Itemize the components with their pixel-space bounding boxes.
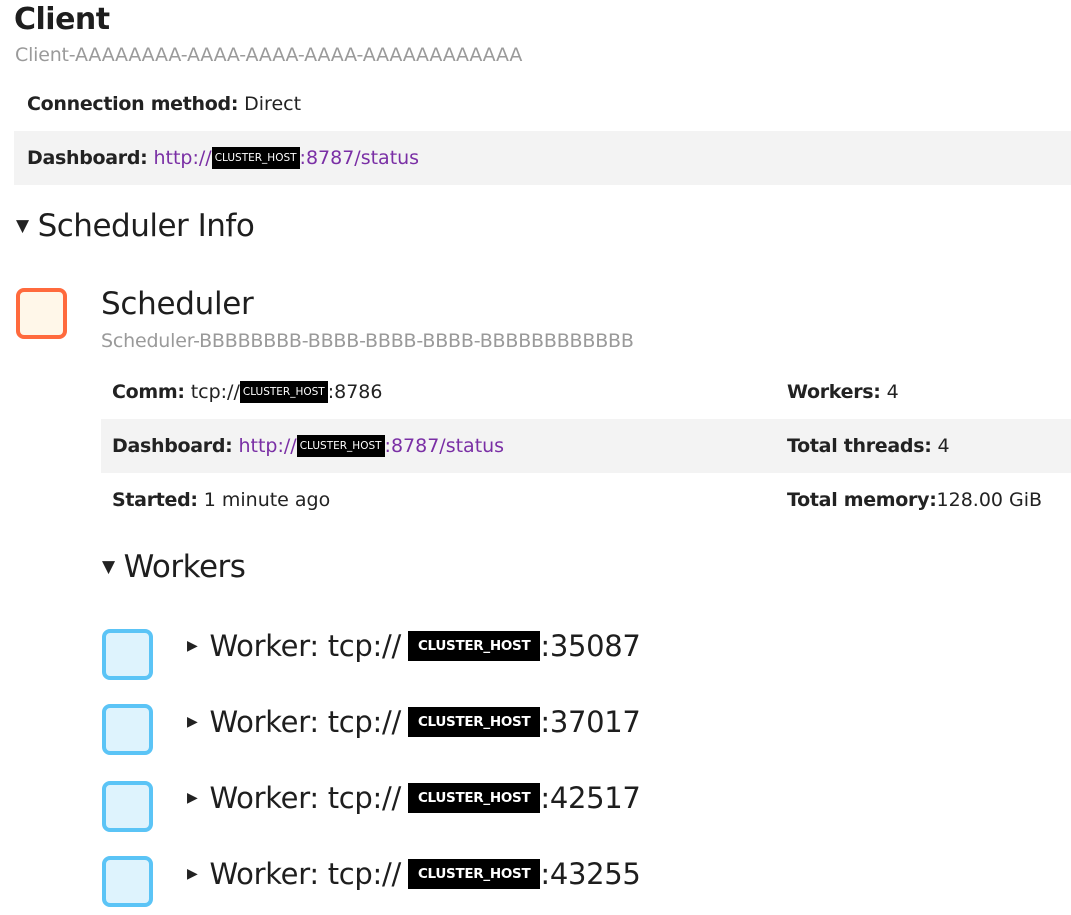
client-id: Client-AAAAAAAA-AAAA-AAAA-AAAA-AAAAAAAAA… [15,44,523,66]
worker-status-icon [102,704,153,755]
scheduler-workers-value: 4 [886,381,899,403]
triangle-right-icon: ▶ [187,866,198,882]
scheduler-started-label: Started: [112,489,198,511]
scheduler-dashboard-suffix: :8787/status [384,434,505,457]
worker-item-toggle[interactable]: ▶ Worker: tcp://CLUSTER_HOST:42517 [187,778,641,818]
client-dashboard-suffix: :8787/status [299,146,420,169]
scheduler-dashboard-link[interactable]: http://CLUSTER_HOST:8787/status [238,435,504,458]
worker-port: :43255 [540,857,641,891]
scheduler-comm-suffix: :8786 [327,381,383,403]
worker-port: :37017 [540,705,641,739]
scheduler-dashboard-host-mask: CLUSTER_HOST [296,435,385,458]
scheduler-title: Scheduler [101,286,254,322]
connection-method-label: Connection method: [27,93,239,115]
triangle-right-icon: ▶ [187,638,198,654]
scheduler-threads-value: 4 [937,435,950,457]
scheduler-info-heading: Scheduler Info [37,208,255,244]
worker-label: Worker: tcp:// [209,857,401,891]
scheduler-comm-prefix: tcp:// [190,381,240,403]
worker-host-mask: CLUSTER_HOST [407,859,541,889]
connection-method-row: Connection method: Direct [14,77,1071,131]
scheduler-started-value: 1 minute ago [203,489,331,511]
triangle-right-icon: ▶ [187,714,198,730]
worker-host-mask: CLUSTER_HOST [407,783,541,813]
triangle-right-icon: ▶ [187,790,198,806]
scheduler-dashboard-label: Dashboard: [112,435,233,457]
scheduler-memory: Total memory: 128.00 GiB [787,489,1042,511]
worker-item-toggle[interactable]: ▶ Worker: tcp://CLUSTER_HOST:37017 [187,702,641,742]
connection-method-value: Direct [244,93,302,115]
scheduler-threads: Total threads: 4 [787,435,950,457]
worker-item-toggle[interactable]: ▶ Worker: tcp://CLUSTER_HOST:35087 [187,626,641,666]
client-title: Client [14,2,110,37]
scheduler-id: Scheduler-BBBBBBBB-BBBB-BBBB-BBBB-BBBBBB… [101,330,634,352]
scheduler-comm: Comm: tcp://CLUSTER_HOST:8786 [112,381,382,403]
workers-toggle[interactable]: ▼ Workers [102,549,246,585]
scheduler-comm-label: Comm: [112,381,185,403]
scheduler-threads-label: Total threads: [787,435,932,457]
client-dashboard-link[interactable]: http://CLUSTER_HOST:8787/status [153,147,419,170]
worker-host-mask: CLUSTER_HOST [407,707,541,737]
worker-label: Worker: tcp:// [209,781,401,815]
triangle-down-icon: ▼ [102,557,115,577]
scheduler-workers-label: Workers: [787,381,881,403]
worker-host-mask: CLUSTER_HOST [407,631,541,661]
scheduler-row-3: Started: 1 minute ago Total memory: 128.… [101,473,1071,527]
worker-port: :35087 [540,629,641,663]
worker-status-icon [102,781,153,832]
client-dashboard-host-mask: CLUSTER_HOST [211,147,300,170]
scheduler-memory-value: 128.00 GiB [936,489,1043,511]
scheduler-dashboard: Dashboard: http://CLUSTER_HOST:8787/stat… [112,435,504,458]
scheduler-memory-label: Total memory: [787,489,937,511]
worker-status-icon [102,629,153,680]
scheduler-status-icon [16,288,67,339]
scheduler-row-1: Comm: tcp://CLUSTER_HOST:8786 Workers: 4 [101,365,1071,419]
scheduler-comm-host-mask: CLUSTER_HOST [239,381,328,403]
triangle-down-icon: ▼ [16,216,29,236]
client-dashboard-prefix: http:// [153,146,212,169]
client-dashboard-row: Dashboard: http://CLUSTER_HOST:8787/stat… [14,131,1071,185]
worker-status-icon [102,856,153,907]
scheduler-workers: Workers: 4 [787,381,899,403]
workers-heading: Workers [123,549,246,585]
worker-label: Worker: tcp:// [209,629,401,663]
scheduler-dashboard-prefix: http:// [238,434,297,457]
client-dashboard-label: Dashboard: [27,147,148,169]
worker-port: :42517 [540,781,641,815]
worker-item-toggle[interactable]: ▶ Worker: tcp://CLUSTER_HOST:43255 [187,854,641,894]
worker-label: Worker: tcp:// [209,705,401,739]
scheduler-started: Started: 1 minute ago [112,489,330,511]
scheduler-row-2: Dashboard: http://CLUSTER_HOST:8787/stat… [101,419,1071,473]
scheduler-info-toggle[interactable]: ▼ Scheduler Info [16,208,255,244]
